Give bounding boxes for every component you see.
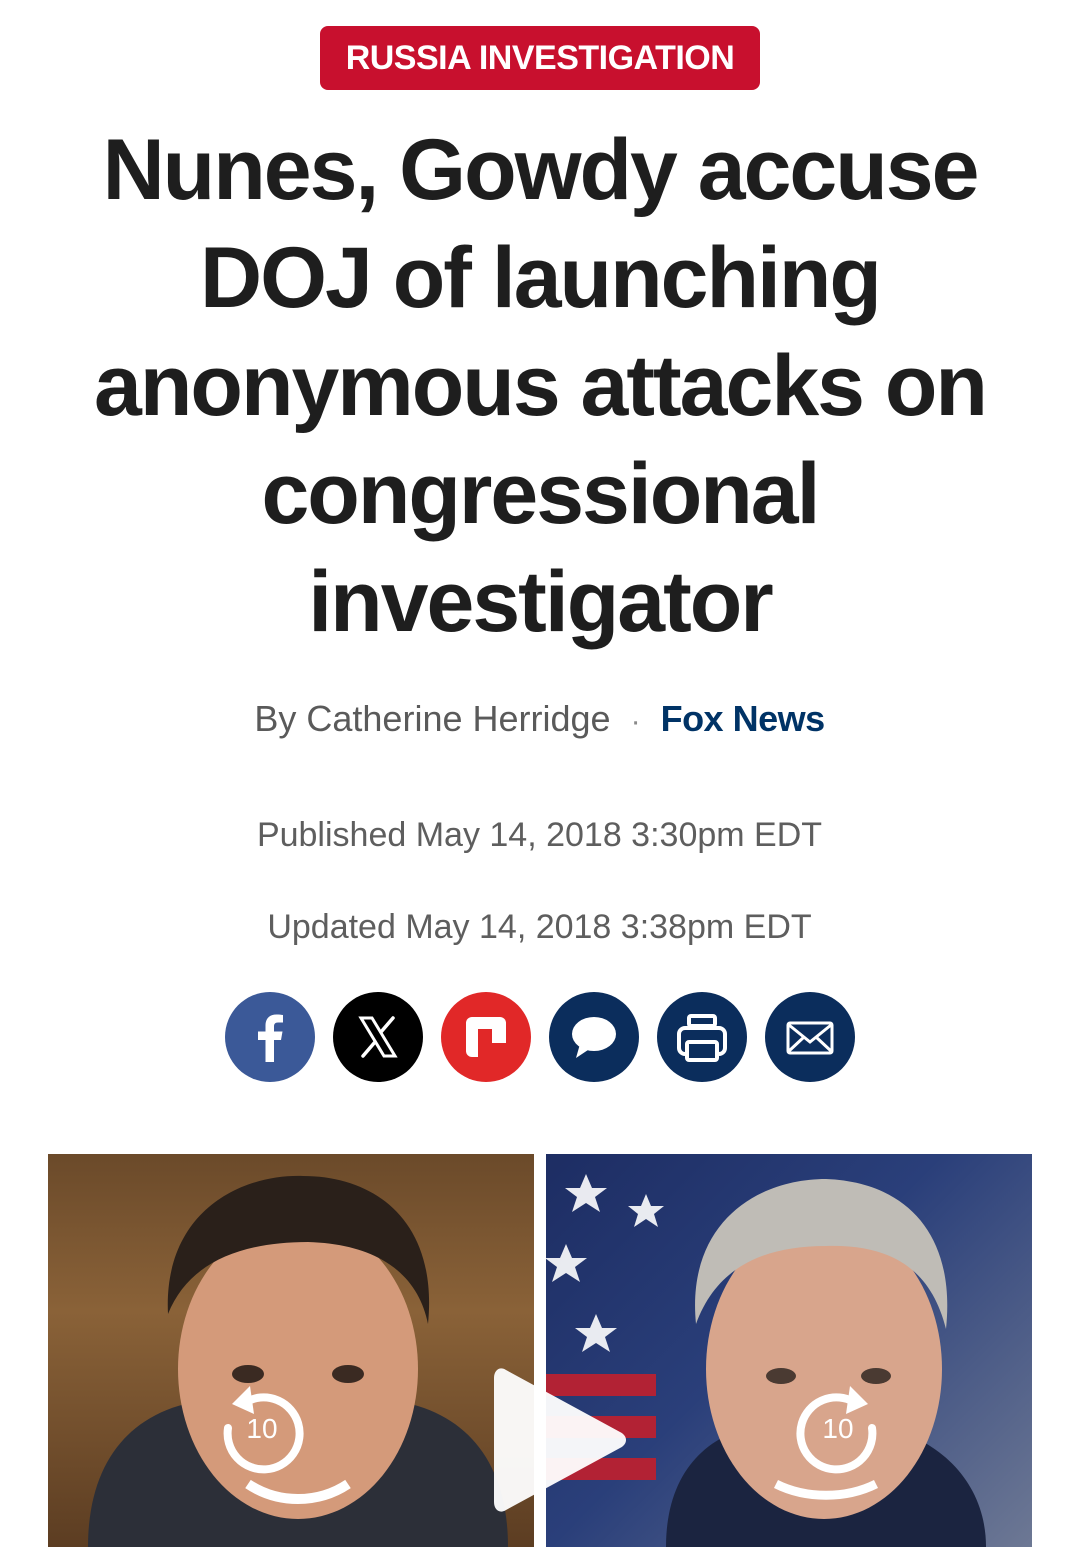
forward-icon: 10	[796, 1386, 877, 1474]
play-button[interactable]	[492, 1360, 632, 1520]
x-share-button[interactable]	[333, 992, 423, 1082]
rewind-seconds: 10	[246, 1413, 277, 1444]
author-name: By Catherine Herridge	[254, 698, 611, 739]
video-player[interactable]: 10 10	[48, 1154, 1032, 1547]
article-page: RUSSIA INVESTIGATION Nunes, Gowdy accuse…	[0, 0, 1079, 1547]
byline: By Catherine Herridge · Fox News	[0, 694, 1079, 747]
x-icon	[358, 1016, 398, 1058]
rewind-10-button[interactable]: 10	[216, 1382, 308, 1474]
share-bar	[225, 992, 855, 1082]
updated-date: Updated May 14, 2018 3:38pm EDT	[267, 908, 812, 946]
facebook-share-button[interactable]	[225, 992, 315, 1082]
comment-button[interactable]	[549, 992, 639, 1082]
source-link[interactable]: Fox News	[661, 698, 826, 739]
email-share-button[interactable]	[765, 992, 855, 1082]
email-icon	[786, 1021, 834, 1055]
print-icon	[677, 1014, 727, 1062]
flipboard-share-button[interactable]	[441, 992, 531, 1082]
comment-icon	[572, 1017, 616, 1058]
rewind-icon: 10	[223, 1386, 304, 1474]
video-controls: 10 10	[48, 1154, 1032, 1547]
play-icon	[494, 1368, 626, 1512]
forward-seconds: 10	[822, 1413, 853, 1444]
byline-separator: ·	[630, 705, 641, 738]
article-headline: Nunes, Gowdy accuse DOJ of launching ano…	[94, 122, 988, 650]
print-button[interactable]	[657, 992, 747, 1082]
category-badge[interactable]: RUSSIA INVESTIGATION	[320, 26, 760, 90]
flipboard-icon	[466, 1017, 506, 1057]
facebook-icon	[258, 1014, 283, 1062]
forward-10-button[interactable]: 10	[792, 1382, 884, 1474]
published-date: Published May 14, 2018 3:30pm EDT	[256, 816, 823, 854]
